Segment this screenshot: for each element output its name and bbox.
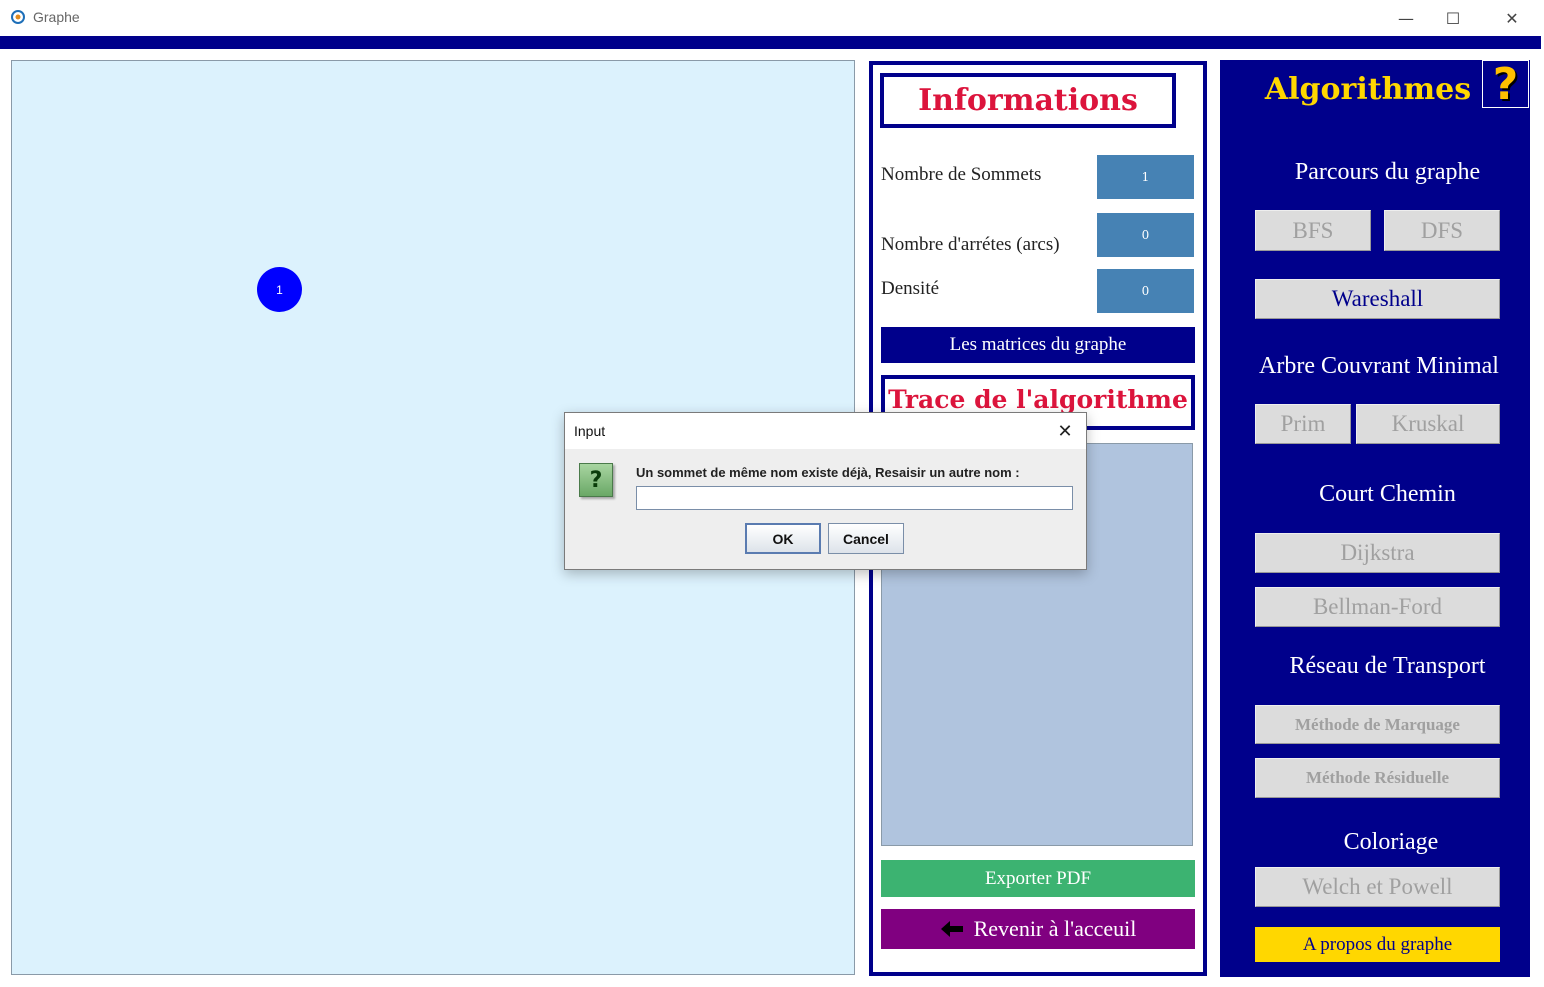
dialog-message: Un sommet de même nom existe déjà, Resai… — [636, 465, 1020, 480]
close-button[interactable]: ✕ — [1489, 0, 1535, 36]
window-title: Graphe — [33, 9, 80, 25]
maximize-button[interactable]: ☐ — [1430, 0, 1476, 36]
density-label: Densité — [881, 278, 940, 299]
minimize-button[interactable]: — — [1383, 0, 1429, 36]
minimize-icon: — — [1398, 8, 1414, 28]
density-value: 0 — [1097, 269, 1194, 313]
app-icon — [11, 10, 25, 24]
wareshall-button[interactable]: Wareshall — [1255, 279, 1500, 319]
window-titlebar: Graphe — ☐ ✕ — [0, 0, 1544, 36]
back-home-button[interactable]: Revenir à l'acceuil — [881, 909, 1195, 949]
ok-button[interactable]: OK — [745, 523, 821, 554]
question-mark-icon: ? — [1492, 58, 1519, 110]
dialog-titlebar: Input ✕ — [565, 413, 1086, 449]
export-pdf-button[interactable]: Exporter PDF — [881, 860, 1195, 897]
node-label: 1 — [276, 282, 283, 297]
input-dialog: Input ✕ ? Un sommet de même nom existe d… — [564, 412, 1087, 570]
header-strip — [0, 36, 1541, 49]
question-icon: ? — [579, 463, 613, 497]
graph-node[interactable]: 1 — [257, 267, 302, 312]
maximize-icon: ☐ — [1445, 8, 1461, 28]
help-button[interactable]: ? — [1482, 58, 1529, 110]
bellman-ford-button[interactable]: Bellman-Ford — [1255, 587, 1500, 627]
prim-button[interactable]: Prim — [1255, 404, 1351, 444]
section-parcours: Parcours du graphe — [1294, 159, 1481, 185]
kruskal-button[interactable]: Kruskal — [1356, 404, 1500, 444]
bfs-button[interactable]: BFS — [1255, 210, 1371, 251]
marquage-button[interactable]: Méthode de Marquage — [1255, 705, 1500, 744]
about-graph-button[interactable]: A propos du graphe — [1255, 927, 1500, 962]
back-home-label: Revenir à l'acceuil — [973, 916, 1137, 941]
section-court-chemin: Court Chemin — [1319, 481, 1456, 507]
section-reseau: Réseau de Transport — [1289, 653, 1486, 679]
residuelle-button[interactable]: Méthode Résiduelle — [1255, 758, 1500, 798]
dialog-close-button[interactable]: ✕ — [1051, 417, 1079, 445]
edge-count-label: Nombre d'arrétes (arcs) — [881, 234, 1060, 255]
close-icon: ✕ — [1057, 420, 1073, 442]
cancel-button[interactable]: Cancel — [828, 523, 904, 554]
section-coloriage: Coloriage — [1343, 829, 1439, 855]
section-acm: Arbre Couvrant Minimal — [1259, 353, 1499, 379]
algorithms-title: Algorithmes — [1264, 72, 1472, 107]
info-title: Informations — [880, 73, 1176, 128]
welch-powell-button[interactable]: Welch et Powell — [1255, 867, 1500, 907]
close-icon: ✕ — [1505, 8, 1519, 28]
vertex-count-label: Nombre de Sommets — [881, 164, 1042, 185]
matrices-button[interactable]: Les matrices du graphe — [881, 327, 1195, 363]
dfs-button[interactable]: DFS — [1384, 210, 1500, 251]
name-input[interactable] — [636, 486, 1073, 510]
dijkstra-button[interactable]: Dijkstra — [1255, 533, 1500, 573]
edge-count-value: 0 — [1097, 213, 1194, 257]
arrow-left-icon — [940, 921, 963, 937]
dialog-title: Input — [574, 423, 606, 439]
vertex-count-value: 1 — [1097, 155, 1194, 199]
